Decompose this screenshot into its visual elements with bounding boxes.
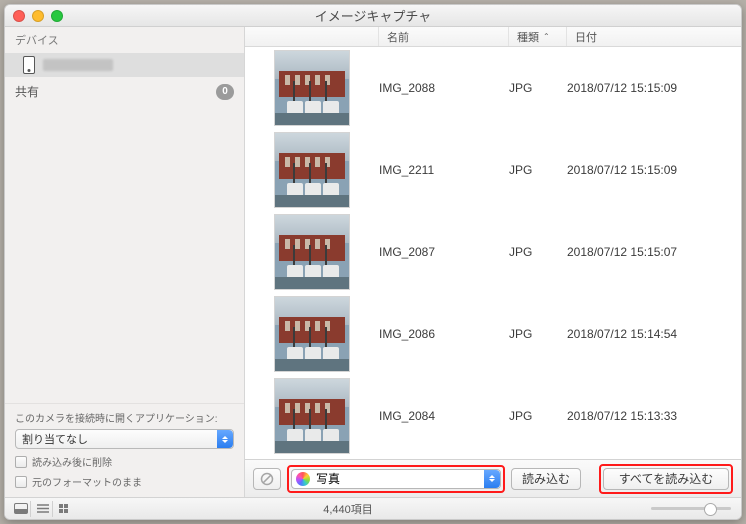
main-pane: 名前 種類 ⌃ 日付 IMG_2088JPG2018/07/12 15:15:0… [245, 27, 741, 497]
open-app-label: このカメラを接続時に開くアプリケーション: [15, 410, 234, 425]
select-arrows-icon [484, 470, 500, 488]
file-name: IMG_2086 [379, 327, 509, 341]
list-view-button[interactable] [33, 501, 53, 517]
import-button[interactable]: 読み込む [511, 468, 581, 490]
statusbar: 4,440項目 [5, 497, 741, 519]
delete-after-label: 読み込み後に削除 [32, 454, 112, 469]
thumbnail [274, 296, 350, 372]
file-name: IMG_2084 [379, 409, 509, 423]
table-row[interactable]: IMG_2084JPG2018/07/12 15:13:33 [245, 375, 741, 457]
file-date: 2018/07/12 15:13:33 [567, 409, 741, 423]
file-date: 2018/07/12 15:15:07 [567, 245, 741, 259]
file-name: IMG_2087 [379, 245, 509, 259]
file-type: JPG [509, 327, 567, 341]
original-format-checkbox[interactable] [15, 476, 27, 488]
thumbnail [274, 50, 350, 126]
thumbnail [274, 214, 350, 290]
thumbnail [274, 132, 350, 208]
file-name: IMG_2088 [379, 81, 509, 95]
share-count-badge: 0 [216, 84, 234, 100]
file-name: IMG_2211 [379, 163, 509, 177]
delete-after-checkbox[interactable] [15, 456, 27, 468]
table-row[interactable]: IMG_2211JPG2018/07/12 15:15:09 [245, 129, 741, 211]
col-thumbnail[interactable] [245, 27, 379, 46]
thumbnail-size-slider[interactable] [651, 507, 731, 510]
import-toolbar: 写真 読み込む すべてを読み込む [245, 459, 741, 497]
window: イメージキャプチャ デバイス 共有 0 このカメラを接続時に開くアプリケーション… [4, 4, 742, 520]
sidebar: デバイス 共有 0 このカメラを接続時に開くアプリケーション: 割り当てなし 読… [5, 27, 245, 497]
col-name[interactable]: 名前 [379, 27, 509, 46]
destination-select[interactable]: 写真 [291, 469, 501, 489]
sidebar-device-item[interactable] [5, 53, 244, 77]
table-row[interactable]: IMG_2086JPG2018/07/12 15:14:54 [245, 293, 741, 375]
window-title: イメージキャプチャ [5, 6, 741, 25]
file-date: 2018/07/12 15:14:54 [567, 327, 741, 341]
file-type: JPG [509, 409, 567, 423]
thumbnail [274, 378, 350, 454]
file-list: IMG_2088JPG2018/07/12 15:15:09IMG_2211JP… [245, 47, 741, 459]
item-count: 4,440項目 [75, 501, 621, 517]
import-all-highlight: すべてを読み込む [599, 464, 733, 494]
table-row[interactable]: IMG_2087JPG2018/07/12 15:15:07 [245, 211, 741, 293]
open-app-select[interactable]: 割り当てなし [15, 429, 234, 449]
grid-view-button[interactable] [55, 501, 75, 517]
phone-icon [23, 56, 35, 74]
col-date[interactable]: 日付 [567, 27, 741, 46]
col-type[interactable]: 種類 ⌃ [509, 27, 567, 46]
titlebar: イメージキャプチャ [5, 5, 741, 27]
sort-asc-icon: ⌃ [543, 32, 550, 41]
file-type: JPG [509, 81, 567, 95]
prohibit-icon [260, 472, 274, 486]
file-date: 2018/07/12 15:15:09 [567, 81, 741, 95]
delete-button[interactable] [253, 468, 281, 490]
import-all-button[interactable]: すべてを読み込む [603, 468, 729, 490]
select-arrows-icon [217, 430, 233, 448]
sidebar-share-header: 共有 [15, 83, 39, 100]
original-format-label: 元のフォーマットのまま [32, 474, 142, 489]
column-headers: 名前 種類 ⌃ 日付 [245, 27, 741, 47]
file-type: JPG [509, 245, 567, 259]
file-type: JPG [509, 163, 567, 177]
device-name-redacted [43, 59, 113, 71]
file-date: 2018/07/12 15:15:09 [567, 163, 741, 177]
photos-app-icon [296, 472, 310, 486]
table-row[interactable]: IMG_2088JPG2018/07/12 15:15:09 [245, 47, 741, 129]
destination-highlight: 写真 [287, 465, 505, 493]
show-hide-panel-button[interactable] [11, 501, 31, 517]
sidebar-devices-header: デバイス [5, 27, 244, 53]
